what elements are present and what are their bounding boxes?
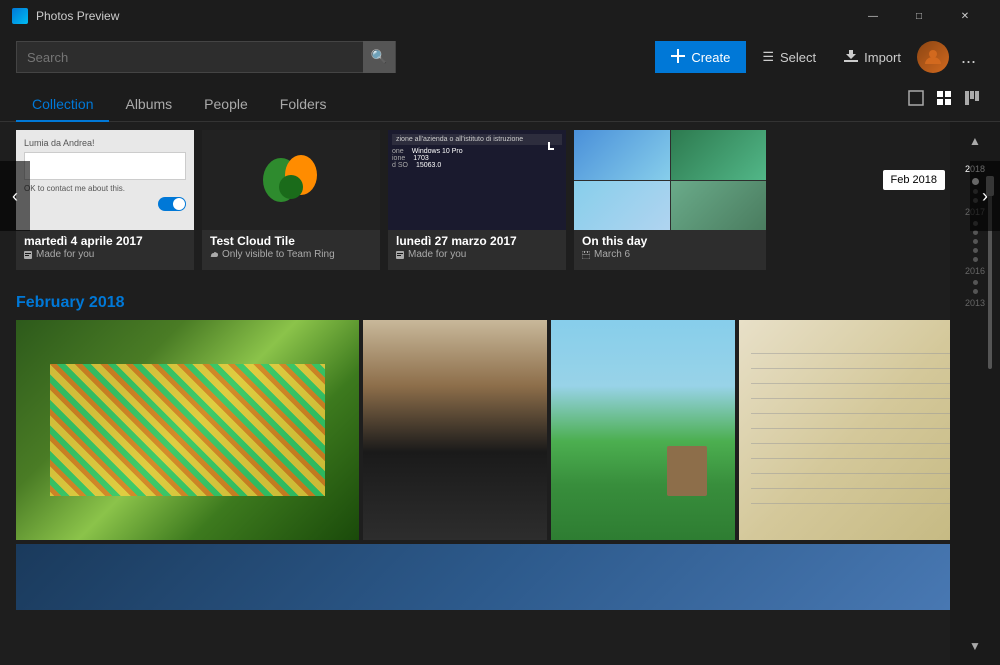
story-thumbnail bbox=[574, 130, 766, 230]
hide-row: ↑ Hide bbox=[0, 270, 1000, 294]
stories-row: Lumia da Andrea! OK to contact me about … bbox=[16, 130, 984, 270]
view-single-button[interactable] bbox=[904, 86, 928, 115]
bottom-photos-row bbox=[0, 540, 1000, 610]
photo-cell[interactable] bbox=[363, 320, 547, 540]
story-card-on-this-day[interactable]: On this day March 6 bbox=[574, 130, 766, 270]
avatar bbox=[917, 41, 949, 73]
select-icon: ☰ bbox=[762, 49, 774, 65]
story-subtitle: Only visible to Team Ring bbox=[210, 249, 372, 260]
photo-thumbnail-interior bbox=[363, 320, 547, 540]
story-subtitle: March 6 bbox=[582, 249, 758, 260]
view-masonry-button[interactable] bbox=[960, 86, 984, 115]
timeline-up-button[interactable]: ▲ bbox=[965, 130, 985, 152]
story-thumbnail: zione all'azienda o all'istituto di istr… bbox=[388, 130, 566, 230]
story-subtitle: Made for you bbox=[24, 249, 186, 260]
photo-cell[interactable] bbox=[739, 320, 984, 540]
title-bar: Photos Preview — □ ✕ bbox=[0, 0, 1000, 32]
month-section: February 2018 bbox=[0, 294, 1000, 540]
stories-section: ‹ Lumia da Andrea! OK to contact me abou… bbox=[0, 122, 1000, 270]
app-title: Photos Preview bbox=[36, 9, 119, 23]
story-title: Test Cloud Tile bbox=[210, 234, 372, 248]
search-icon: 🔍 bbox=[371, 49, 388, 65]
import-icon bbox=[844, 49, 858, 66]
story-title: lunedì 27 marzo 2017 bbox=[396, 234, 558, 248]
import-button[interactable]: Import bbox=[832, 41, 913, 73]
select-button[interactable]: ☰ Select bbox=[750, 41, 828, 73]
story-card[interactable]: Lumia da Andrea! OK to contact me about … bbox=[16, 130, 194, 270]
tab-folders[interactable]: Folders bbox=[264, 88, 343, 122]
photo-thumbnail-notebook bbox=[739, 320, 984, 540]
story-title: martedì 4 aprile 2017 bbox=[24, 234, 186, 248]
timeline-tooltip: Feb 2018 bbox=[883, 170, 945, 190]
photo-thumbnail-meadow bbox=[551, 320, 735, 540]
timeline-year-2013: 2013 bbox=[965, 298, 985, 308]
story-card[interactable]: zione all'azienda o all'istituto di istr… bbox=[388, 130, 566, 270]
minimize-button[interactable]: — bbox=[850, 0, 896, 32]
timeline-dot bbox=[973, 257, 978, 262]
timeline-dot bbox=[973, 280, 978, 285]
photo-thumbnail-seeds bbox=[16, 320, 359, 540]
photo-cell[interactable] bbox=[551, 320, 735, 540]
create-button[interactable]: Create bbox=[655, 41, 746, 73]
search-input[interactable] bbox=[27, 50, 363, 65]
photo-grid bbox=[16, 320, 984, 540]
story-card[interactable]: Test Cloud Tile Only visible to Team Rin… bbox=[202, 130, 380, 270]
create-label: Create bbox=[691, 50, 730, 65]
search-button[interactable]: 🔍 bbox=[363, 41, 395, 73]
photo-thumbnail-portrait bbox=[16, 544, 984, 610]
story-title: On this day bbox=[582, 234, 758, 248]
timeline-down-button[interactable]: ▼ bbox=[965, 635, 985, 657]
tabs-container: Collection Albums People Folders bbox=[16, 88, 342, 121]
stories-prev-button[interactable]: ‹ bbox=[0, 161, 30, 231]
import-label: Import bbox=[864, 50, 901, 65]
more-button[interactable]: ... bbox=[953, 43, 984, 72]
window-controls: — □ ✕ bbox=[850, 0, 988, 32]
timeline-dot bbox=[973, 248, 978, 253]
toolbar: 🔍 Create ☰ Select Import ... bbox=[0, 32, 1000, 82]
create-icon bbox=[671, 49, 685, 66]
view-grid-button[interactable] bbox=[932, 86, 956, 115]
select-label: Select bbox=[780, 50, 816, 65]
app-icon bbox=[12, 8, 28, 24]
close-button[interactable]: ✕ bbox=[942, 0, 988, 32]
story-thumbnail bbox=[202, 130, 380, 230]
photo-cell[interactable] bbox=[16, 320, 359, 540]
tab-people[interactable]: People bbox=[188, 88, 264, 122]
tab-albums[interactable]: Albums bbox=[109, 88, 188, 122]
title-bar-left: Photos Preview bbox=[12, 8, 119, 24]
story-thumbnail: Lumia da Andrea! OK to contact me about … bbox=[16, 130, 194, 230]
view-controls bbox=[904, 86, 984, 121]
tab-collection[interactable]: Collection bbox=[16, 88, 109, 122]
story-subtitle: Made for you bbox=[396, 249, 558, 260]
photo-cell[interactable] bbox=[16, 544, 984, 610]
timeline-dot bbox=[973, 289, 978, 294]
month-label: February 2018 bbox=[16, 294, 984, 312]
timeline-dot bbox=[973, 239, 978, 244]
search-box: 🔍 bbox=[16, 41, 396, 73]
main-content: ‹ Lumia da Andrea! OK to contact me abou… bbox=[0, 122, 1000, 665]
stories-next-button[interactable]: › bbox=[970, 161, 1000, 231]
maximize-button[interactable]: □ bbox=[896, 0, 942, 32]
toolbar-right: Create ☰ Select Import ... bbox=[655, 41, 984, 73]
timeline-year-2016: 2016 bbox=[965, 266, 985, 276]
nav-tabs: Collection Albums People Folders bbox=[0, 82, 1000, 122]
